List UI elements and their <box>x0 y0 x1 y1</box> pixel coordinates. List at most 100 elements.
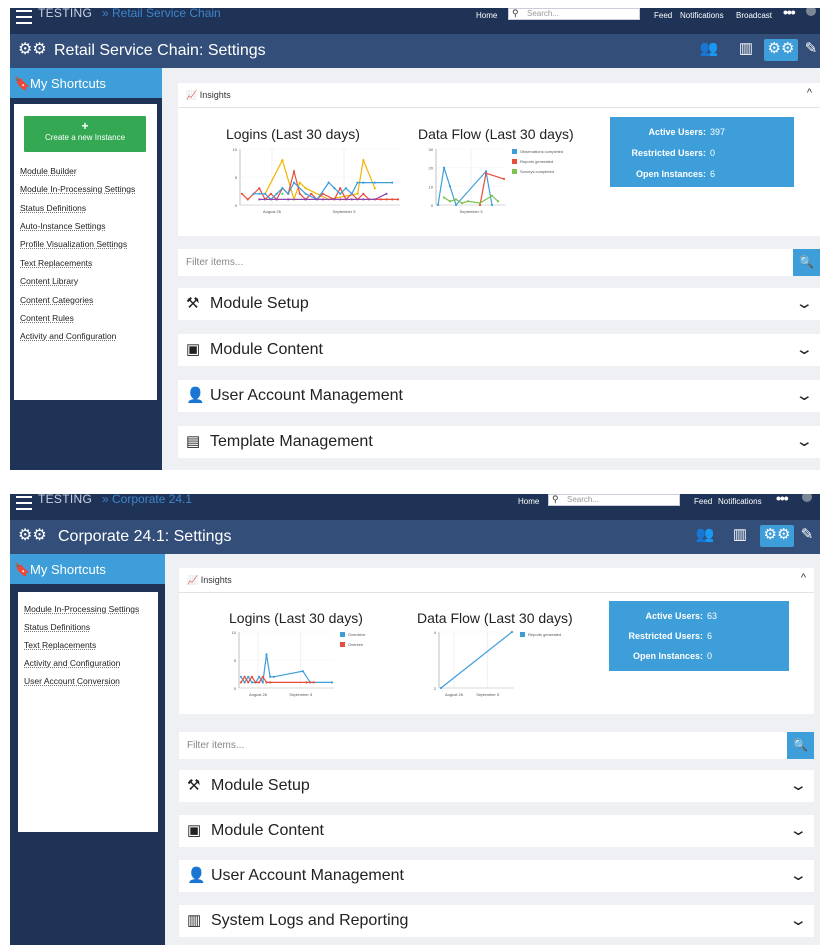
search-input[interactable]: ⚲ Search... <box>508 8 640 20</box>
search-input[interactable]: ⚲ Search... <box>548 494 680 506</box>
y-tick-label: 20 <box>429 166 434 171</box>
user-gear-icon: 👤 <box>186 387 205 404</box>
data-point <box>373 187 376 190</box>
pencil-icon[interactable]: ✎ <box>800 525 814 547</box>
data-point <box>362 159 365 162</box>
shortcut-module-builder[interactable]: Module Builder <box>20 166 77 176</box>
users-icon[interactable]: 👥 <box>696 39 722 61</box>
apps-grid-icon[interactable]: ••• <box>783 8 796 20</box>
apps-grid-icon[interactable]: ••• <box>776 494 789 506</box>
bar-chart-icon[interactable]: ▥ <box>728 525 752 547</box>
shortcut-auto-instance-settings[interactable]: Auto-Instance Settings <box>20 221 106 231</box>
chevron-down-icon[interactable]: ⌄ <box>795 386 814 404</box>
my-shortcuts-header[interactable]: 🔖 My Shortcuts <box>10 554 165 584</box>
data-point <box>275 192 278 195</box>
template-icon: ▤ <box>186 433 201 450</box>
avatar[interactable] <box>802 494 812 502</box>
section-module-setup[interactable]: ⚒ Module Setup ⌄ <box>178 288 820 320</box>
app-name[interactable]: TESTING <box>38 494 92 506</box>
shortcut-user-account-conversion[interactable]: User Account Conversion <box>24 676 120 686</box>
shortcut-profile-visualization-settings[interactable]: Profile Visualization Settings <box>20 239 127 249</box>
home-link[interactable]: Home <box>518 497 539 506</box>
notifications-link[interactable]: Notifications <box>680 11 724 20</box>
shortcut-text-replacements[interactable]: Text Replacements <box>20 258 92 268</box>
broadcast-link[interactable]: Broadcast <box>736 11 772 20</box>
shortcut-module-in-processing-settings[interactable]: Module In-Processing Settings <box>20 184 135 194</box>
section-user-account-management[interactable]: 👤 User Account Management ⌄ <box>179 860 814 892</box>
my-shortcuts-header[interactable]: 🔖 My Shortcuts <box>10 68 162 98</box>
create-instance-button[interactable]: + Create a new Instance <box>24 116 146 152</box>
avatar[interactable] <box>806 8 816 16</box>
data-point <box>287 192 290 195</box>
shortcut-content-categories[interactable]: Content Categories <box>20 295 93 305</box>
breadcrumb[interactable]: » Retail Service Chain <box>102 8 221 20</box>
insights-toggle[interactable]: 📈 Insights <box>186 90 231 101</box>
data-point <box>258 198 261 201</box>
data-point <box>454 198 458 201</box>
app-name[interactable]: TESTING <box>38 8 92 20</box>
filter-input[interactable]: Filter items... <box>186 257 243 268</box>
y-tick-label: 5 <box>234 658 237 663</box>
data-point <box>265 681 268 684</box>
section-module-setup[interactable]: ⚒ Module Setup ⌄ <box>179 770 814 802</box>
data-point <box>350 198 353 201</box>
dataflow-chart-title: Data Flow (Last 30 days) <box>418 126 574 142</box>
data-point <box>362 198 365 201</box>
y-tick-label: 10 <box>233 147 238 152</box>
collapse-caret-icon[interactable]: ^ <box>807 87 812 99</box>
feed-link[interactable]: Feed <box>654 11 672 20</box>
chevron-down-icon[interactable]: ⌄ <box>795 340 814 358</box>
data-point <box>304 187 307 190</box>
chevron-down-icon[interactable]: ⌄ <box>789 911 808 929</box>
shortcut-text-replacements[interactable]: Text Replacements <box>24 640 96 650</box>
chevron-down-icon[interactable]: ⌄ <box>789 776 808 794</box>
top-navigation: TESTING » Retail Service Chain Home ⚲ Sea… <box>10 8 820 34</box>
chevron-down-icon[interactable]: ⌄ <box>789 866 808 884</box>
chevron-down-icon[interactable]: ⌄ <box>795 294 814 312</box>
shortcuts-panel: Module In-Processing Settings Status Def… <box>18 592 158 832</box>
bar-chart-icon[interactable]: ▥ <box>734 39 758 61</box>
insights-toggle[interactable]: 📈 Insights <box>187 575 232 586</box>
section-system-logs-and-reporting[interactable]: ▥ System Logs and Reporting ⌄ <box>179 905 814 937</box>
bookmark-icon: 🔖 <box>14 562 31 577</box>
legend-swatch <box>512 169 517 174</box>
users-icon[interactable]: 👥 <box>692 525 718 547</box>
search-button[interactable]: 🔍 <box>793 249 820 276</box>
chevron-down-icon[interactable]: ⌄ <box>795 432 814 450</box>
pencil-icon[interactable]: ✎ <box>804 39 818 61</box>
feed-link[interactable]: Feed <box>694 497 712 506</box>
home-link[interactable]: Home <box>476 11 497 20</box>
data-point <box>287 198 290 201</box>
settings-icon[interactable]: ⚙⚙ <box>764 39 798 61</box>
data-point <box>281 159 284 162</box>
section-template-management[interactable]: ▤ Template Management ⌄ <box>178 426 820 458</box>
y-tick-label: 0 <box>431 203 434 208</box>
data-point <box>292 181 296 184</box>
shortcut-status-definitions[interactable]: Status Definitions <box>20 203 86 213</box>
bookmark-icon: 🔖 <box>14 76 31 91</box>
data-point <box>385 198 388 201</box>
data-point <box>298 192 301 195</box>
search-button[interactable]: 🔍 <box>787 732 814 759</box>
shortcut-module-in-processing-settings[interactable]: Module In-Processing Settings <box>24 604 139 614</box>
page-title: Retail Service Chain: Settings <box>54 42 266 59</box>
collapse-caret-icon[interactable]: ^ <box>801 572 806 584</box>
x-tick-label: September 5 <box>289 692 313 697</box>
search-icon: ⚲ <box>552 494 559 504</box>
section-user-account-management[interactable]: 👤 User Account Management ⌄ <box>178 380 820 412</box>
section-module-content[interactable]: ▣ Module Content ⌄ <box>178 334 820 366</box>
legend-swatch <box>340 632 345 637</box>
notifications-link[interactable]: Notifications <box>718 497 762 506</box>
shortcut-activity-and-configuration[interactable]: Activity and Configuration <box>20 331 116 341</box>
shortcut-activity-and-configuration[interactable]: Activity and Configuration <box>24 658 120 668</box>
settings-icon[interactable]: ⚙⚙ <box>760 525 794 547</box>
shortcut-content-library[interactable]: Content Library <box>20 276 78 286</box>
filter-input[interactable]: Filter items... <box>187 740 244 751</box>
section-module-content[interactable]: ▣ Module Content ⌄ <box>179 815 814 847</box>
chevron-down-icon[interactable]: ⌄ <box>789 821 808 839</box>
shortcut-content-rules[interactable]: Content Rules <box>20 313 74 323</box>
breadcrumb[interactable]: » Corporate 24.1 <box>102 494 192 506</box>
hamburger-menu-icon[interactable] <box>16 496 32 510</box>
shortcut-status-definitions[interactable]: Status Definitions <box>24 622 90 632</box>
hamburger-menu-icon[interactable] <box>16 10 32 24</box>
